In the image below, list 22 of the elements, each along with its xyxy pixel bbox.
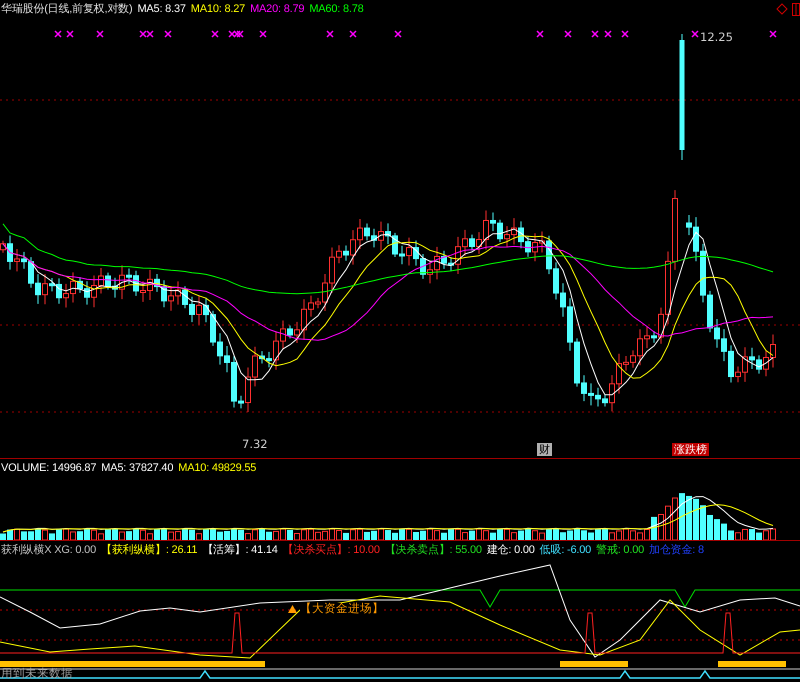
indicator-reading: 警戒: 0.00 xyxy=(596,543,644,558)
indicator-reading: MA10: 8.27 xyxy=(190,2,246,17)
indicator-reading: MA20: 8.79 xyxy=(250,2,304,17)
event-tag: 财 xyxy=(537,443,552,456)
high-price-label: 12.25 xyxy=(700,32,733,44)
indicator-reading: 加仓资金: 8 xyxy=(649,543,704,558)
indicator-reading: 获利纵横X XG: 0.00 xyxy=(1,543,96,558)
indicator-reading: 建仓: 0.00 xyxy=(486,543,535,558)
stock-title: 华瑞股份(日线,前复权,对数) xyxy=(1,2,132,17)
indicator-reading: 【决杀买点】: 10.00 xyxy=(282,542,380,558)
indicator-reading: MA5: 37827.40 xyxy=(101,461,174,476)
indicator-reading: MA10: 49829.55 xyxy=(178,461,256,476)
indicator-reading: MA5: 8.37 xyxy=(137,2,186,17)
indicator-reading: MA60: 8.78 xyxy=(309,2,364,17)
indicator-reading: 低吸: -6.00 xyxy=(540,543,592,558)
indicator-reading: 【活筹】: 41.14 xyxy=(202,542,278,558)
low-price-label: 7.32 xyxy=(242,439,268,450)
indicator-reading: 【获利纵横】: 26.11 xyxy=(101,542,198,558)
indicator-reading: VOLUME: 14996.87 xyxy=(1,461,96,476)
footer-note: 用到未来数据 xyxy=(1,668,73,680)
event-tag: 涨跌榜 xyxy=(672,443,709,456)
indicator-reading: 【决杀卖点】: 55.00 xyxy=(384,542,482,558)
